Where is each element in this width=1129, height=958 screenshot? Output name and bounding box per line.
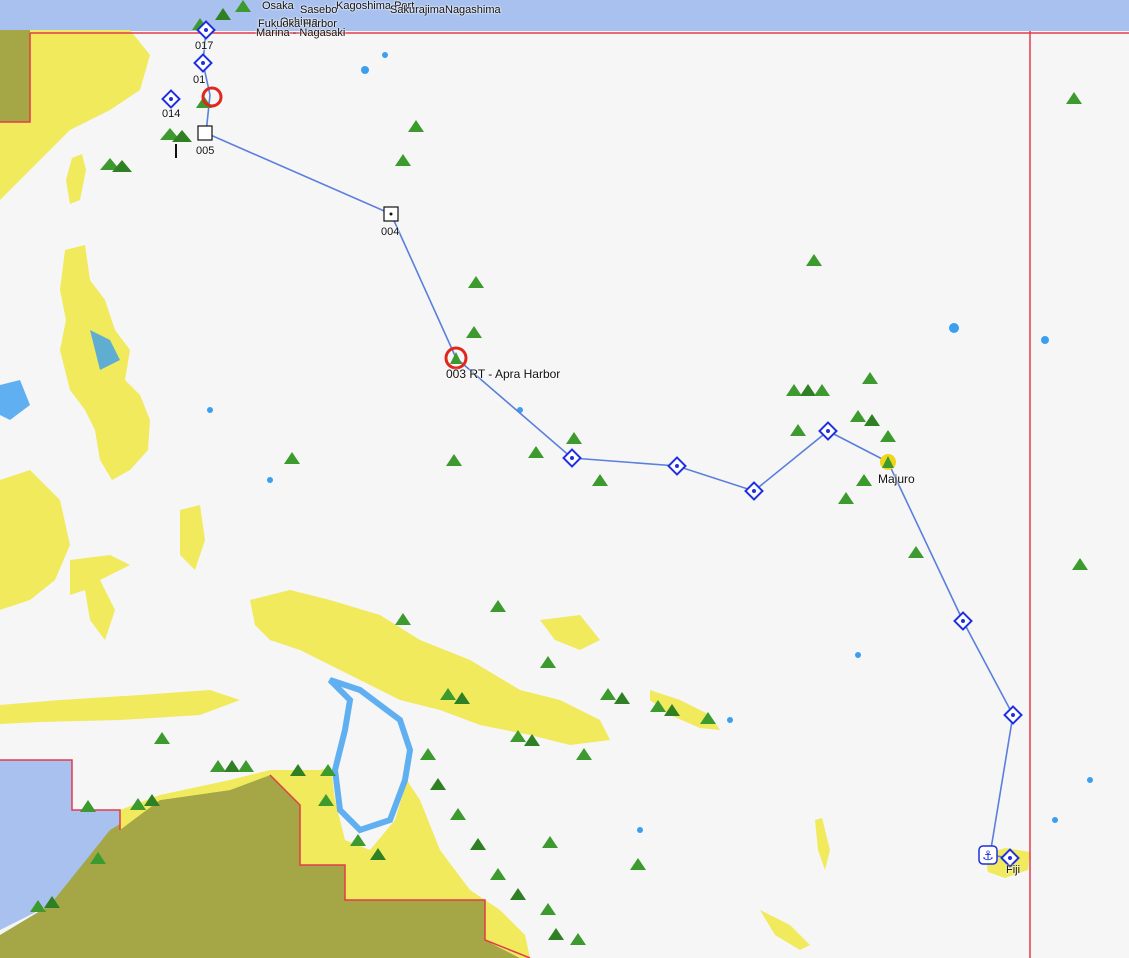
land-olive-northwest (0, 30, 30, 122)
square-waypoint-005[interactable] (197, 125, 213, 141)
majuro-marker-icon[interactable] (880, 454, 896, 470)
svg-text:⚓: ⚓ (982, 849, 994, 864)
chart-canvas[interactable]: ⚓ (0, 0, 1129, 958)
nautical-chart-map[interactable]: ⚓ 017 01 014 005 004 003 RT - Apra Harbo… (0, 0, 1129, 958)
square-waypoint-004[interactable] (383, 206, 399, 222)
deep-water-top (0, 0, 1129, 31)
anchor-icon[interactable]: ⚓ (978, 845, 998, 865)
